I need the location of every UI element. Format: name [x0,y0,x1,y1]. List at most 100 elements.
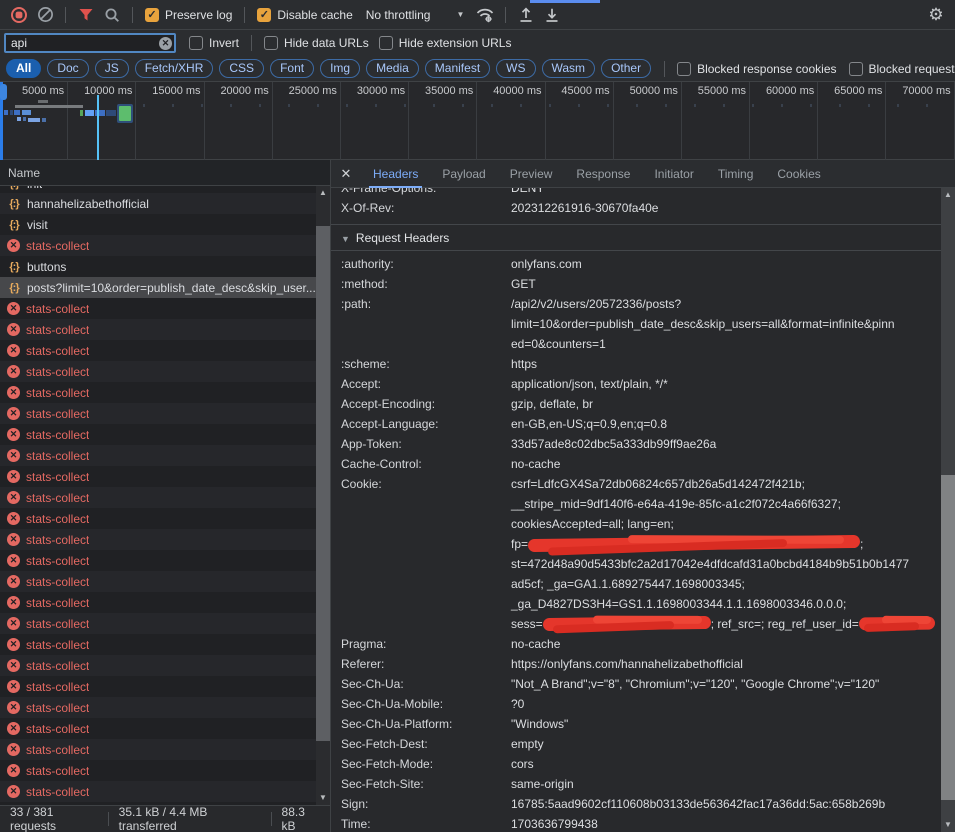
invert-checkbox[interactable]: Invert [189,36,239,50]
scroll-up-icon[interactable]: ▲ [944,189,952,201]
details-tab-bar: ✕ HeadersPayloadPreviewResponseInitiator… [331,160,955,188]
type-filter-manifest[interactable]: Manifest [425,59,490,78]
request-row[interactable]: ✕stats-collect [0,529,316,550]
header-value: 33d57ade8c02dbc5a333db99ff9ae26a [511,434,955,454]
header-value-line: "Windows" [511,714,939,734]
tab-timing[interactable]: Timing [706,160,766,188]
network-conditions-button[interactable] [472,2,498,28]
request-name: stats-collect [26,575,89,589]
request-row[interactable]: ✕stats-collect [0,235,316,256]
details-scrollbar[interactable]: ▲ ▼ [941,188,955,832]
type-filter-js[interactable]: JS [95,59,129,78]
resources-size: 88.3 kB [272,805,330,832]
type-filter-ws[interactable]: WS [496,59,535,78]
blocked-requests-checkbox[interactable]: Blocked requests [849,62,955,76]
tab-response[interactable]: Response [564,160,642,188]
type-filter-css[interactable]: CSS [219,59,264,78]
network-filter-bar: ✕ Invert Hide data URLs Hide extension U… [0,30,955,56]
request-row[interactable]: ✕stats-collect [0,466,316,487]
hide-data-urls-checkbox[interactable]: Hide data URLs [264,36,369,50]
type-filter-all[interactable]: All [6,59,41,78]
request-details-panel: ✕ HeadersPayloadPreviewResponseInitiator… [330,160,955,832]
request-row[interactable]: ✕stats-collect [0,739,316,760]
request-row[interactable]: ✕stats-collect [0,361,316,382]
scrollbar-thumb[interactable] [316,226,330,741]
request-row[interactable]: ✕stats-collect [0,781,316,802]
scrollbar-thumb[interactable] [941,475,955,800]
request-row[interactable]: ✕stats-collect [0,571,316,592]
request-row[interactable]: ✕stats-collect [0,424,316,445]
header-value-line: __stripe_mid=9df140f6-e64a-419e-85fc-a1c… [511,494,939,514]
clear-filter-icon[interactable]: ✕ [159,37,172,50]
type-filter-img[interactable]: Img [320,59,360,78]
request-row[interactable]: ✕stats-collect [0,382,316,403]
type-filter-fetch-xhr[interactable]: Fetch/XHR [135,59,214,78]
blocked-response-cookies-checkbox[interactable]: Blocked response cookies [677,62,836,76]
request-row[interactable]: ✕stats-collect [0,697,316,718]
clear-button[interactable] [32,2,58,28]
request-row[interactable]: ✕stats-collect [0,655,316,676]
scroll-down-icon[interactable]: ▼ [319,792,327,804]
header-name: Accept-Encoding: [341,394,511,414]
type-filter-media[interactable]: Media [366,59,419,78]
funnel-icon [78,7,94,22]
column-header-name[interactable]: Name [0,160,330,186]
tab-cookies[interactable]: Cookies [765,160,832,188]
filter-toggle-button[interactable] [73,2,99,28]
request-row[interactable]: ✕stats-collect [0,508,316,529]
header-row: Sec-Fetch-Site:same-origin [331,774,955,794]
request-row[interactable]: ✕stats-collect [0,760,316,781]
disable-cache-checkbox[interactable]: ✓ Disable cache [257,8,352,22]
request-row[interactable]: ✕stats-collect [0,445,316,466]
header-value-line: https [511,354,939,374]
tab-initiator[interactable]: Initiator [642,160,705,188]
tab-headers[interactable]: Headers [361,160,430,188]
scroll-up-icon[interactable]: ▲ [319,187,327,199]
filter-input[interactable] [4,33,176,53]
request-row[interactable]: ✕stats-collect [0,403,316,424]
request-row[interactable]: ✕stats-collect [0,613,316,634]
search-button[interactable] [99,2,125,28]
type-filter-other[interactable]: Other [601,59,651,78]
type-filter-doc[interactable]: Doc [47,59,88,78]
header-value-line: no-cache [511,634,939,654]
throttling-dropdown[interactable]: No throttling ▼ [366,8,465,22]
header-name: X-Of-Rev: [341,198,511,218]
scroll-down-icon[interactable]: ▼ [944,819,952,831]
request-row[interactable]: {:}hannahelizabethofficial [0,193,316,214]
checkbox-unchecked-icon [677,62,691,76]
request-row[interactable]: {:}buttons [0,256,316,277]
request-row[interactable]: ✕stats-collect [0,319,316,340]
tab-payload[interactable]: Payload [430,160,497,188]
request-row[interactable]: ✕stats-collect [0,340,316,361]
request-row[interactable]: {:}init [0,186,316,193]
close-details-button[interactable]: ✕ [331,166,361,182]
header-row: :method:GET [331,274,955,294]
request-row[interactable]: {:}visit [0,214,316,235]
settings-button[interactable]: ⚙ [923,2,949,28]
type-filter-font[interactable]: Font [270,59,314,78]
import-har-button[interactable] [513,2,539,28]
failed-request-icon: ✕ [7,554,20,567]
toolbar-divider [505,7,506,23]
type-filter-wasm[interactable]: Wasm [542,59,596,78]
request-row[interactable]: ✕stats-collect [0,487,316,508]
request-headers-section-header[interactable]: ▼Request Headers [331,225,955,251]
header-value-line: _ga_D4827DS3H4=GS1.1.1698003344.1.1.1698… [511,594,939,614]
network-overview-timeline[interactable]: 5000 ms10000 ms15000 ms20000 ms25000 ms3… [0,82,955,160]
header-value: GET [511,274,955,294]
preserve-log-checkbox[interactable]: ✓ Preserve log [145,8,232,22]
request-row[interactable]: ✕stats-collect [0,550,316,571]
request-row[interactable]: {:}posts?limit=10&order=publish_date_des… [0,277,316,298]
record-button[interactable] [6,2,32,28]
request-row[interactable]: ✕stats-collect [0,718,316,739]
request-name: stats-collect [26,470,89,484]
request-row[interactable]: ✕stats-collect [0,298,316,319]
export-har-button[interactable] [539,2,565,28]
request-row[interactable]: ✕stats-collect [0,634,316,655]
request-row[interactable]: ✕stats-collect [0,676,316,697]
tab-preview[interactable]: Preview [498,160,565,188]
hide-extension-urls-checkbox[interactable]: Hide extension URLs [379,36,512,50]
request-list-scrollbar[interactable]: ▲ ▼ [316,186,330,805]
request-row[interactable]: ✕stats-collect [0,592,316,613]
